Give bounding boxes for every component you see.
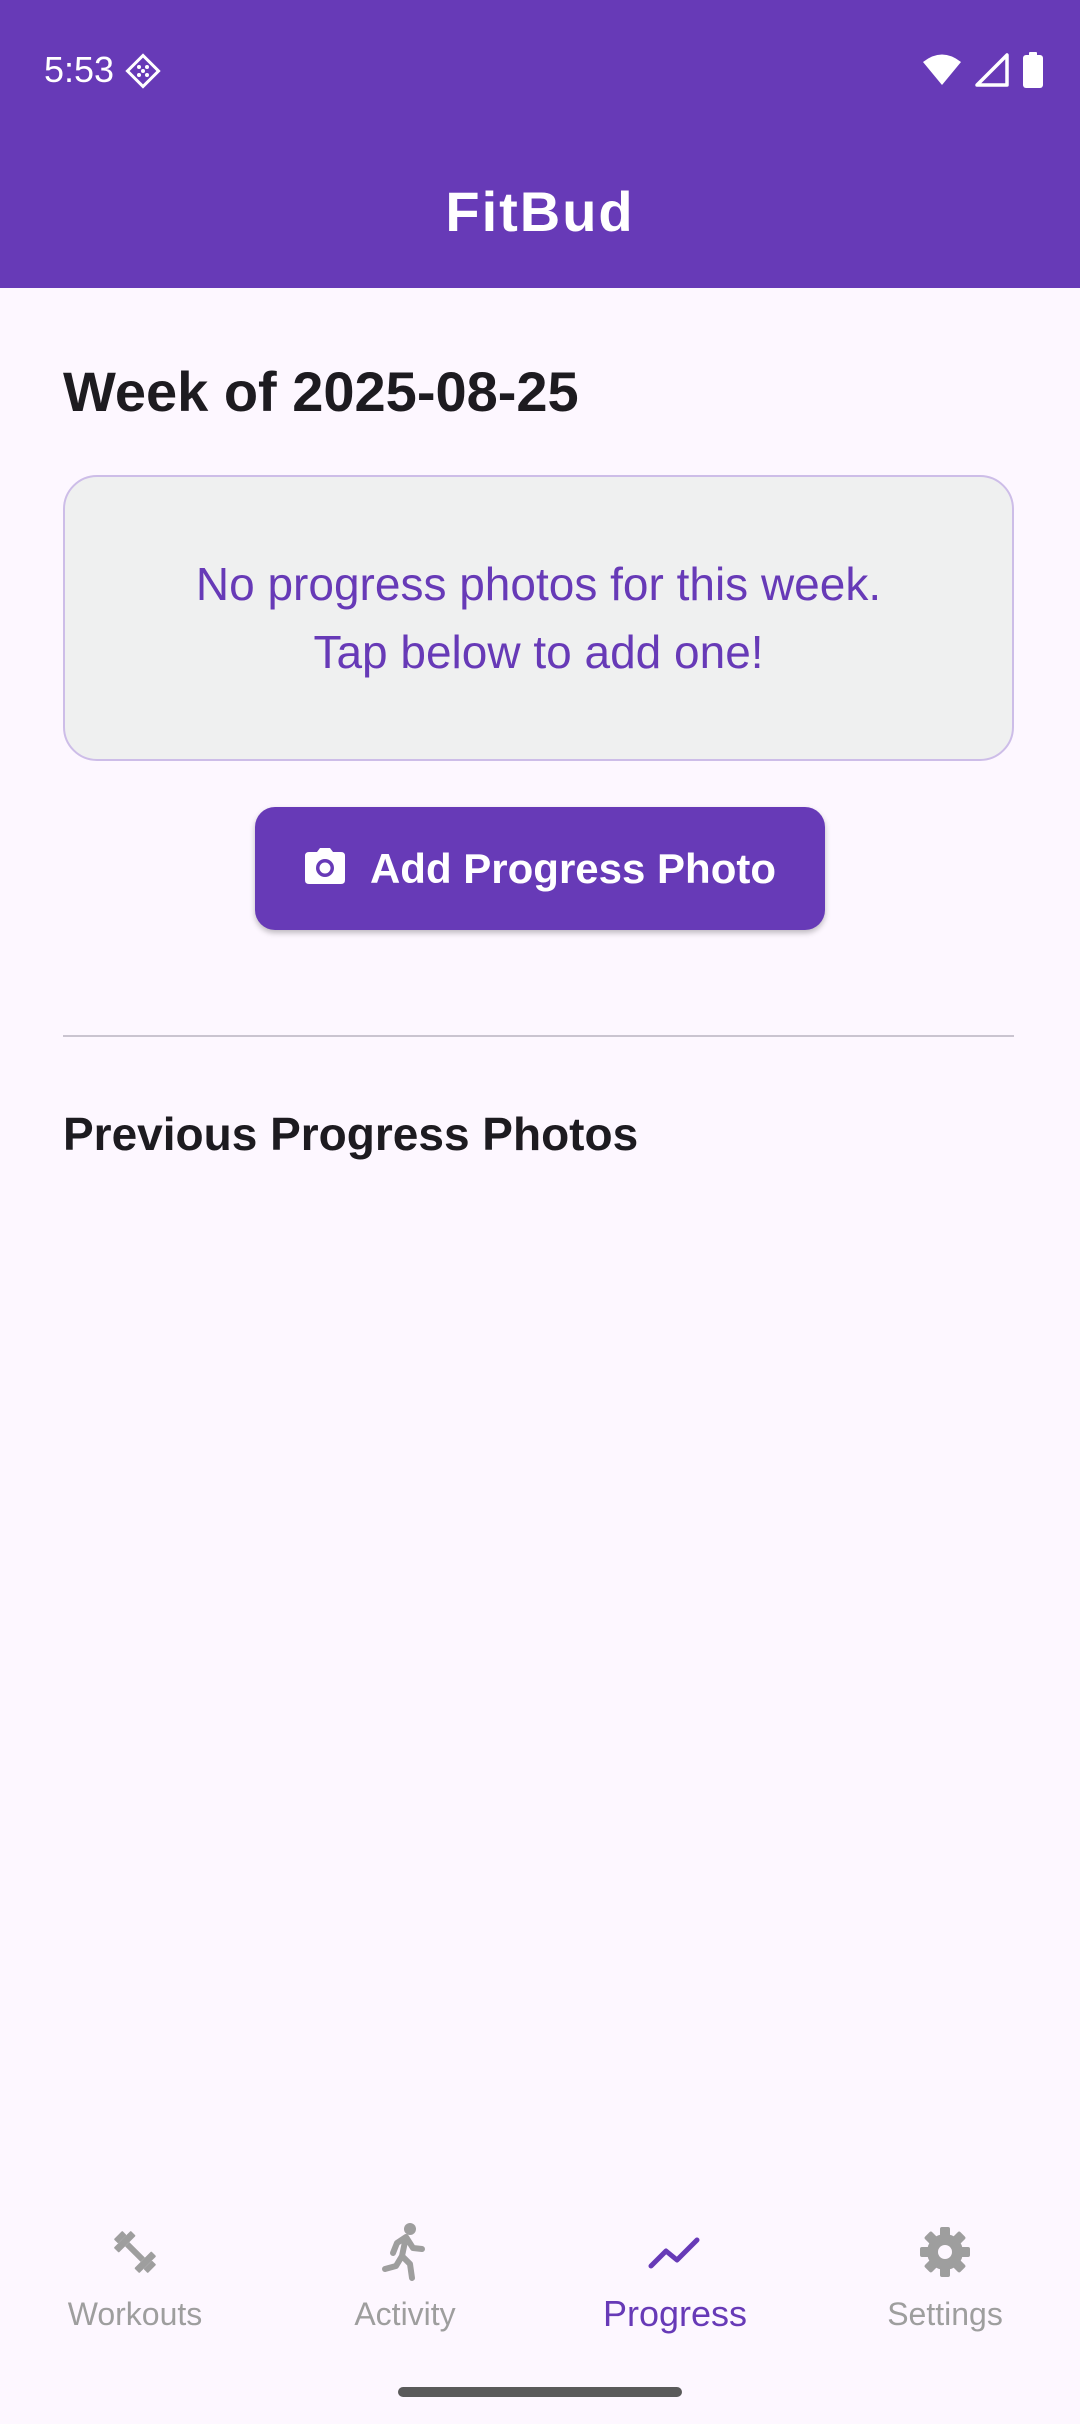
week-title: Week of 2025-08-25 xyxy=(63,360,579,423)
previous-photos-title: Previous Progress Photos xyxy=(63,1108,639,1160)
app-bar: 5:53 FitBud xyxy=(0,0,1080,288)
running-icon xyxy=(375,2222,435,2282)
nav-label-activity: Activity xyxy=(354,2296,456,2332)
trending-up-icon xyxy=(645,2222,705,2282)
status-icons xyxy=(922,52,1044,93)
nav-item-activity[interactable]: Activity xyxy=(270,2222,540,2352)
gear-icon xyxy=(915,2222,975,2282)
battery-icon xyxy=(1022,52,1044,93)
nav-item-settings[interactable]: Settings xyxy=(810,2222,1080,2352)
add-progress-photo-button[interactable]: Add Progress Photo xyxy=(255,807,825,930)
home-indicator[interactable] xyxy=(398,2387,682,2397)
cell-signal-icon xyxy=(974,53,1010,92)
empty-message-line2: Tap below to add one! xyxy=(313,626,764,678)
diamond-grid-icon xyxy=(124,52,162,90)
nav-item-workouts[interactable]: Workouts xyxy=(0,2222,270,2352)
divider xyxy=(63,1035,1014,1037)
camera-icon xyxy=(304,847,346,890)
nav-item-progress[interactable]: Progress xyxy=(540,2222,810,2352)
app-title: FitBud xyxy=(445,180,635,243)
wifi-icon xyxy=(922,53,962,92)
add-button-label: Add Progress Photo xyxy=(369,844,777,892)
empty-message-line1: No progress photos for this week. xyxy=(195,558,882,610)
empty-photos-card: No progress photos for this week. Tap be… xyxy=(63,475,1014,761)
nav-label-settings: Settings xyxy=(887,2296,1003,2332)
nav-label-workouts: Workouts xyxy=(67,2296,203,2332)
status-time: 5:53 xyxy=(44,49,115,90)
nav-label-progress: Progress xyxy=(602,2293,748,2334)
dumbbell-icon xyxy=(105,2222,165,2282)
